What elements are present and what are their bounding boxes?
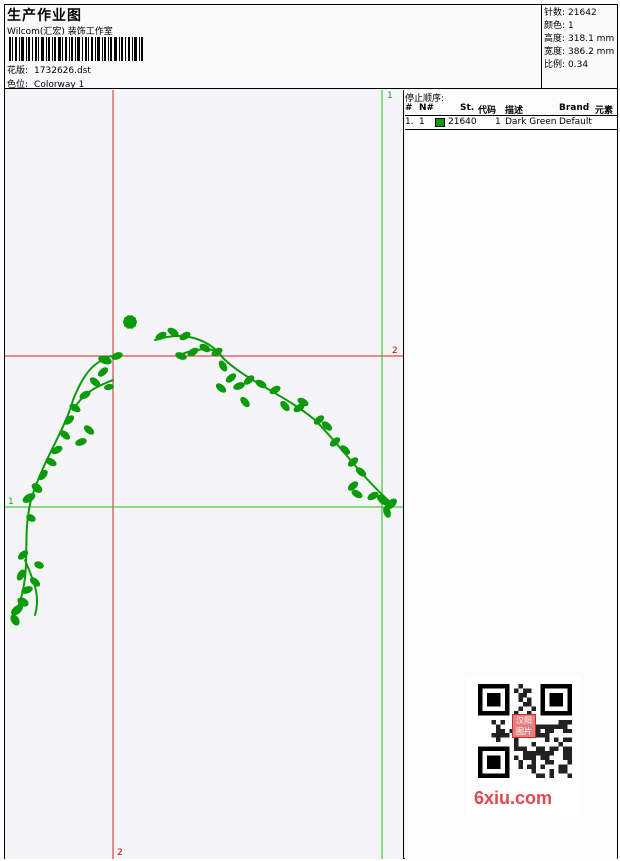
colorway-value: Colorway 1	[34, 80, 85, 90]
qr-stamp: 汉阳图片	[512, 714, 536, 738]
col-element: 元素	[595, 106, 614, 116]
row-index: 1.	[405, 117, 414, 127]
stat-colors: 颜色: 1	[544, 20, 617, 33]
leaf	[83, 425, 95, 435]
stat-label: 宽度:	[544, 47, 566, 57]
col-needle: N#	[419, 103, 435, 113]
vine-stem-right	[154, 335, 391, 503]
design-file: 花版: 1732626.dst	[7, 63, 97, 76]
green-axis-label-top: 1	[387, 91, 393, 101]
colorway-label: 色位:	[7, 80, 29, 90]
green-axis-label-left: 1	[8, 497, 14, 507]
row-needle: 1	[419, 117, 425, 127]
stat-value: 386.2 mm	[568, 47, 615, 57]
stop-sequence-row: 1. 1 21640 1 Dark Green Default	[405, 116, 617, 130]
leaf	[97, 367, 109, 377]
row-stitches: 21640	[448, 117, 477, 127]
leaf	[51, 445, 63, 455]
stat-label: 针数:	[544, 8, 566, 18]
stat-value: 1	[568, 21, 574, 31]
qr-watermark: 汉阳图片 6xiu.com	[466, 676, 580, 816]
vine-stem-left	[16, 355, 112, 611]
stat-label: 高度:	[544, 34, 566, 44]
leaf	[69, 403, 81, 413]
stat-scale: 比例: 0.34	[544, 59, 617, 72]
row-brand: Default	[559, 117, 592, 127]
sheet-header: 生产作业图 Wilcom(汇宏) 装饰工作室 花版: 1732626.dst 色…	[5, 5, 617, 90]
stat-width: 宽度: 386.2 mm	[544, 46, 617, 59]
leaf	[225, 373, 237, 383]
leaf	[199, 343, 211, 353]
leaf	[240, 396, 250, 408]
row-description: Dark Green	[505, 117, 557, 127]
flower-center	[127, 319, 133, 325]
leaf	[22, 493, 36, 503]
col-brand: Brand	[559, 103, 590, 113]
stat-label: 颜色:	[544, 21, 566, 31]
row-code: 1	[495, 117, 501, 127]
barcode-icon	[9, 37, 143, 61]
embroidery-preview	[5, 90, 403, 859]
leaf	[10, 614, 20, 626]
stat-height: 高度: 318.1 mm	[544, 33, 617, 46]
design-label: 花版:	[7, 66, 29, 76]
studio-name: Wilcom(汇宏) 装饰工作室	[7, 27, 113, 37]
design-value: 1732626.dst	[34, 66, 91, 76]
stat-value: 318.1 mm	[568, 34, 615, 44]
thread-color-swatch	[435, 118, 445, 127]
header-info: 生产作业图 Wilcom(汇宏) 装饰工作室 花版: 1732626.dst 色…	[5, 5, 541, 90]
leaf	[215, 383, 227, 393]
leaf	[45, 457, 57, 467]
col-description: 描述	[505, 106, 524, 116]
leaf	[111, 352, 123, 360]
stat-value: 21642	[568, 8, 597, 18]
leaf	[75, 438, 87, 446]
design-canvas: 1 2 1 2	[5, 90, 404, 859]
leaf-cluster	[10, 315, 397, 626]
red-axis-label-right: 2	[392, 346, 398, 356]
col-index: #	[405, 103, 413, 113]
leaf	[17, 550, 29, 560]
stat-value: 0.34	[568, 60, 589, 70]
colorway: 色位: Colorway 1	[7, 77, 90, 90]
leaf	[179, 331, 191, 341]
col-code: 代码	[478, 106, 497, 116]
red-axis-label-bottom: 2	[117, 848, 123, 858]
stop-sequence-header: # N# St. 代码 描述 Brand 元素	[405, 102, 617, 116]
col-stitches: St.	[460, 103, 475, 113]
leaf	[233, 382, 245, 390]
stats-panel: 针数: 21642 颜色: 1 高度: 318.1 mm 宽度: 386.2 mm 比例…	[541, 5, 617, 89]
watermark-logo: 6xiu.com	[474, 788, 553, 808]
leaf	[34, 561, 44, 569]
stat-stitches: 针数: 21642	[544, 7, 617, 20]
stat-label: 比例:	[544, 60, 566, 70]
sheet-title: 生产作业图	[7, 8, 82, 24]
